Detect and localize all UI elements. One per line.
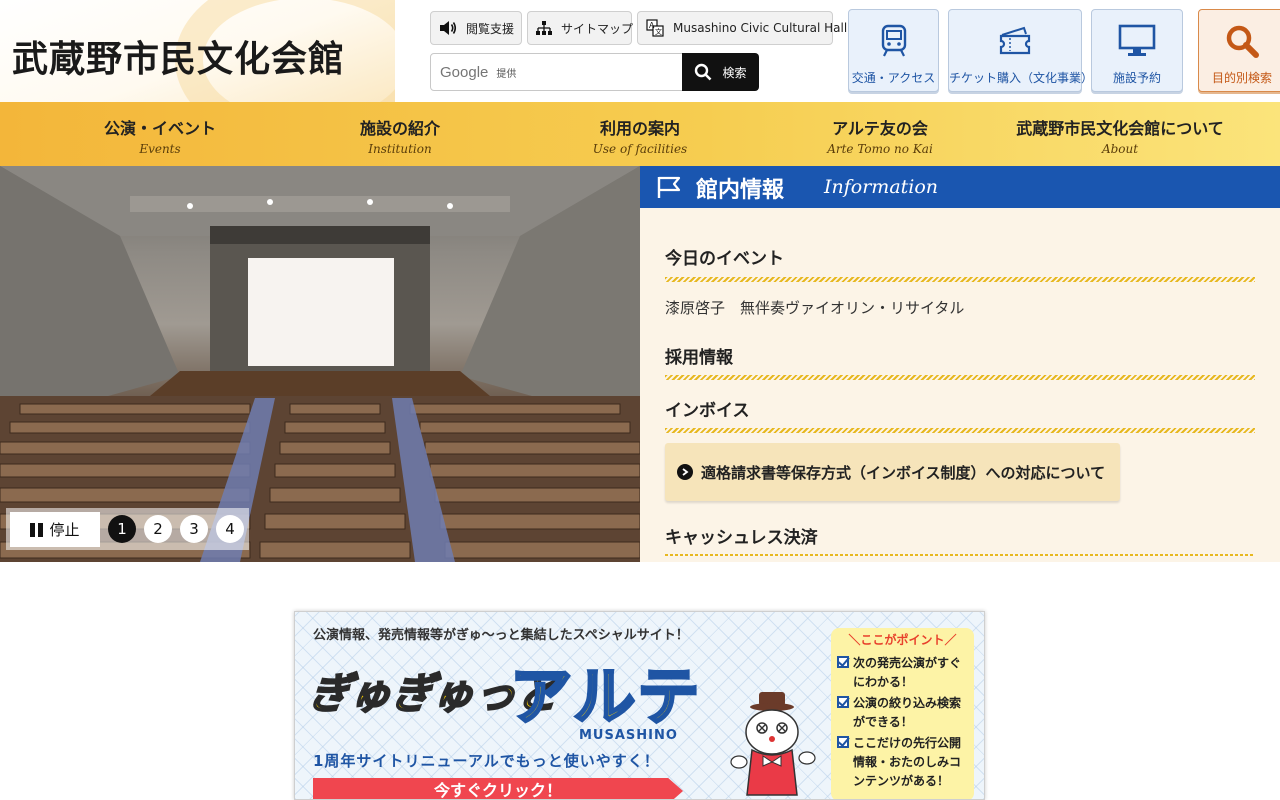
slideshow-stop-button[interactable]: 停止 <box>10 512 100 547</box>
point-item: 次の発売公演がすぐにわかる！ <box>837 654 971 692</box>
banner-musashino: MUSASHINO <box>579 728 678 743</box>
reservation-link[interactable]: 施設予約 <box>1091 9 1183 92</box>
logo-link[interactable]: 武蔵野市民文化会館 <box>0 0 395 102</box>
speaker-icon <box>439 19 457 37</box>
chevron-right-icon <box>677 464 693 480</box>
nav-item-events[interactable]: 公演・イベント Events <box>80 102 240 166</box>
nav-label: 公演・イベント <box>103 119 216 138</box>
accessibility-label: 閲覧支援 <box>466 21 515 36</box>
today-event-link[interactable]: 漆原啓子 無伴奏ヴァイオリン・リサイタル <box>665 297 964 318</box>
language-label: Musashino Civic Cultural Hall <box>673 21 848 35</box>
slide-dot[interactable]: 1 <box>108 515 136 543</box>
section-divider <box>665 428 1255 433</box>
slide-dot[interactable]: 2 <box>144 515 172 543</box>
banner-click-button[interactable]: 今すぐクリック！ <box>313 778 683 799</box>
nav-sublabel: Use of facilities <box>592 142 688 156</box>
banner-points-box: ＼ここがポイント／ 次の発売公演がすぐにわかる！ 公演の絞り込み検索ができる！ … <box>831 628 974 799</box>
purpose-search-link[interactable]: 目的別検索 <box>1198 9 1280 92</box>
nav-item-facilities[interactable]: 利用の案内 Use of facilities <box>560 102 720 166</box>
sitemap-button[interactable]: サイトマップ <box>527 11 634 45</box>
info-panel-header: 館内情報 Information <box>640 166 1280 208</box>
banner-renewal: 1周年サイトリニューアルでもっと使いやすく！ <box>313 752 660 770</box>
point-item: 公演の絞り込み検索ができる！ <box>837 694 971 732</box>
nav-item-about[interactable]: 武蔵野市民文化会館について About <box>1000 102 1240 166</box>
cashless-heading: キャッシュレス決済 <box>665 528 818 548</box>
nav-sublabel: Institution <box>368 142 432 156</box>
invoice-link-label: 適格請求書等保存方式（インボイス制度）への対応について <box>701 463 1106 482</box>
info-title: 館内情報 <box>696 177 785 203</box>
magnifier-icon <box>695 63 712 81</box>
site-logo[interactable]: 武蔵野市民文化会館 <box>12 30 345 82</box>
language-button[interactable]: A文 Musashino Civic Cultural Hall <box>637 11 847 45</box>
section-divider <box>665 375 1255 380</box>
search-button[interactable]: 検索 <box>682 53 759 91</box>
site-header: 武蔵野市民文化会館 閲覧支援 サイトマップ A文 Musashino Civic… <box>0 0 1280 102</box>
hero-slideshow <box>0 166 640 562</box>
nav-sublabel: About <box>1101 142 1139 156</box>
concert-hall-image <box>0 166 640 562</box>
nav-label: 利用の案内 <box>599 119 680 138</box>
sitemap-icon <box>536 19 552 37</box>
google-wordmark: Google <box>440 63 489 81</box>
ticket-link[interactable]: チケット購入（文化事業） <box>948 9 1094 92</box>
invoice-heading: インボイス <box>665 401 750 421</box>
checkbox-icon <box>837 656 849 668</box>
reservation-label: 施設予約 <box>1112 71 1161 85</box>
nav-label: 武蔵野市民文化会館について <box>1016 119 1224 138</box>
slide-dot[interactable]: 4 <box>216 515 244 543</box>
ticket-icon <box>949 21 1081 61</box>
banner-arte: アルテ <box>508 659 702 735</box>
site-search-input[interactable]: Google 提供 <box>430 53 683 91</box>
train-icon <box>849 21 938 61</box>
invoice-link-button[interactable]: 適格請求書等保存方式（インボイス制度）への対応について <box>665 443 1120 501</box>
nav-sublabel: Events <box>139 142 181 156</box>
accessibility-button[interactable]: 閲覧支援 <box>430 11 522 45</box>
nav-item-institution[interactable]: 施設の紹介 Institution <box>320 102 480 166</box>
monitor-icon <box>1092 21 1182 61</box>
access-link[interactable]: 交通・アクセス <box>848 9 939 92</box>
checkbox-icon <box>837 696 849 708</box>
purpose-search-label: 目的別検索 <box>1211 71 1272 85</box>
slide-dot[interactable]: 3 <box>180 515 208 543</box>
info-title-en: Information <box>824 176 939 198</box>
flag-icon <box>657 176 681 198</box>
mascot-illustration <box>730 692 816 796</box>
stop-label: 停止 <box>49 521 80 539</box>
ticket-label: チケット購入（文化事業） <box>949 71 1094 85</box>
recruit-heading[interactable]: 採用情報 <box>665 343 733 368</box>
access-label: 交通・アクセス <box>851 71 936 85</box>
search-button-label: 検索 <box>722 65 747 80</box>
checkbox-icon <box>837 736 849 748</box>
point-item: ここだけの先行公開情報・おたのしみコンテンツがある！ <box>837 734 971 791</box>
search-icon <box>1199 21 1280 61</box>
section-divider <box>665 554 1255 556</box>
svg-text:文: 文 <box>655 27 662 36</box>
section-divider <box>665 277 1255 282</box>
global-nav: 公演・イベント Events 施設の紹介 Institution 利用の案内 U… <box>0 102 1280 166</box>
nav-item-tomonokai[interactable]: アルテ友の会 Arte Tomo no Kai <box>800 102 960 166</box>
sitemap-label: サイトマップ <box>561 21 634 36</box>
gyugyutto-arte-banner[interactable]: 公演情報、発売情報等がぎゅ〜っと集結したスペシャルサイト！ ぎゅぎゅっと アルテ… <box>294 611 985 800</box>
info-panel: 今日のイベント 漆原啓子 無伴奏ヴァイオリン・リサイタル 採用情報 インボイス … <box>640 208 1280 562</box>
pause-icon <box>30 522 44 537</box>
today-event-heading: 今日のイベント <box>665 249 784 269</box>
translate-icon: A文 <box>646 19 664 37</box>
nav-sublabel: Arte Tomo no Kai <box>827 142 933 156</box>
nav-label: アルテ友の会 <box>832 119 928 138</box>
nav-label: 施設の紹介 <box>359 119 440 138</box>
banner-tagline: 公演情報、発売情報等がぎゅ〜っと集結したスペシャルサイト！ <box>313 628 689 643</box>
points-title: ＼ここがポイント／ <box>848 633 957 647</box>
search-provided-label: 提供 <box>496 68 517 80</box>
